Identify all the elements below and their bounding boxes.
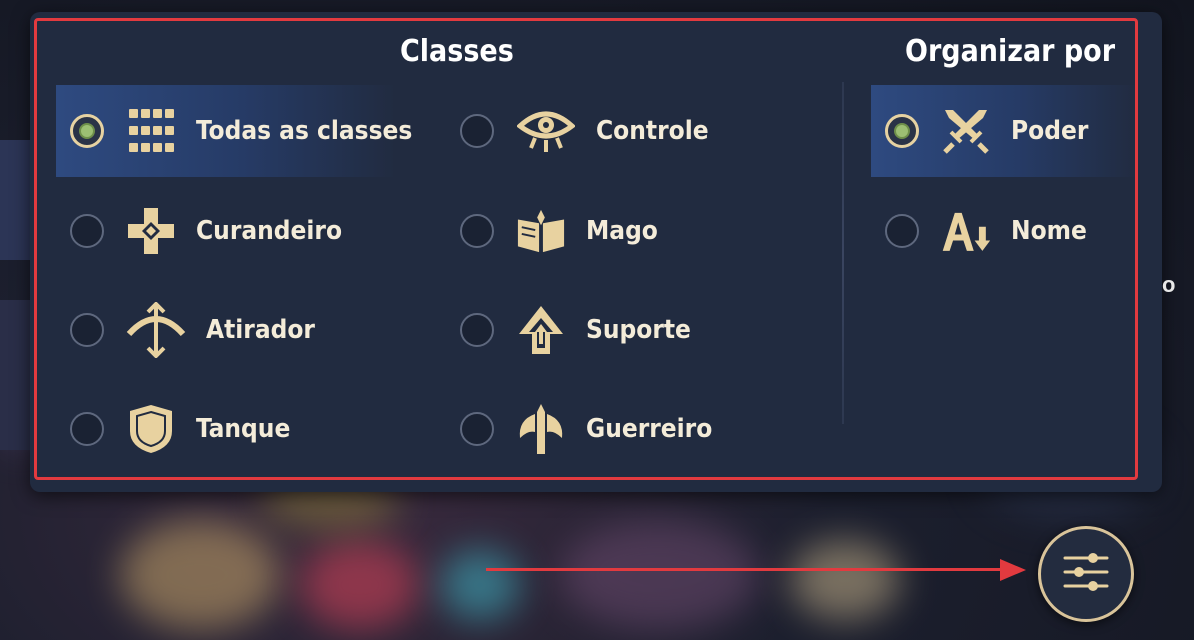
column-divider	[842, 82, 844, 424]
radio-button[interactable]	[885, 114, 919, 148]
option-label: Mago	[586, 216, 658, 246]
option-label: Curandeiro	[196, 216, 343, 246]
sort-option-nome[interactable]: Nome	[871, 185, 1138, 277]
radio-button[interactable]	[460, 412, 494, 446]
crossed-swords-icon	[941, 106, 991, 156]
class-option-mago[interactable]: Mago	[446, 185, 826, 277]
option-label: Nome	[1011, 216, 1087, 246]
class-option-curandeiro[interactable]: Curandeiro	[56, 185, 396, 277]
spellbook-icon	[516, 206, 566, 256]
annotation-arrow-head	[1000, 559, 1026, 581]
axe-icon	[516, 404, 566, 454]
radio-button[interactable]	[70, 412, 104, 446]
option-label: Tanque	[196, 414, 291, 444]
classes-heading: Classes	[400, 34, 514, 69]
eye-icon	[516, 106, 576, 156]
grid-icon	[126, 106, 176, 156]
option-label: Todas as classes	[196, 116, 413, 146]
sliders-icon	[1061, 548, 1111, 600]
sort-alpha-down-icon	[941, 206, 991, 256]
up-arrow-icon	[516, 305, 566, 355]
radio-button[interactable]	[460, 313, 494, 347]
healer-cross-icon	[126, 206, 176, 256]
class-option-todas[interactable]: Todas as classes	[56, 85, 412, 177]
option-label: Guerreiro	[586, 414, 713, 444]
option-label: Poder	[1011, 116, 1089, 146]
radio-button[interactable]	[460, 214, 494, 248]
sort-heading: Organizar por	[905, 34, 1116, 69]
radio-button[interactable]	[70, 313, 104, 347]
option-label: Controle	[596, 116, 709, 146]
option-label: Atirador	[206, 315, 315, 345]
option-label: Suporte	[586, 315, 691, 345]
filter-button[interactable]	[1038, 526, 1134, 622]
radio-button[interactable]	[70, 114, 104, 148]
radio-button[interactable]	[70, 214, 104, 248]
class-option-guerreiro[interactable]: Guerreiro	[446, 383, 826, 475]
sort-option-poder[interactable]: Poder	[871, 85, 1138, 177]
bow-icon	[126, 302, 186, 358]
class-option-atirador[interactable]: Atirador	[56, 284, 396, 376]
class-option-controle[interactable]: Controle	[446, 85, 826, 177]
radio-button[interactable]	[460, 114, 494, 148]
annotation-arrow	[486, 568, 1006, 571]
class-option-tanque[interactable]: Tanque	[56, 383, 396, 475]
radio-button[interactable]	[885, 214, 919, 248]
side-text: o	[1162, 272, 1176, 297]
class-option-suporte[interactable]: Suporte	[446, 284, 826, 376]
shield-icon	[126, 404, 176, 454]
